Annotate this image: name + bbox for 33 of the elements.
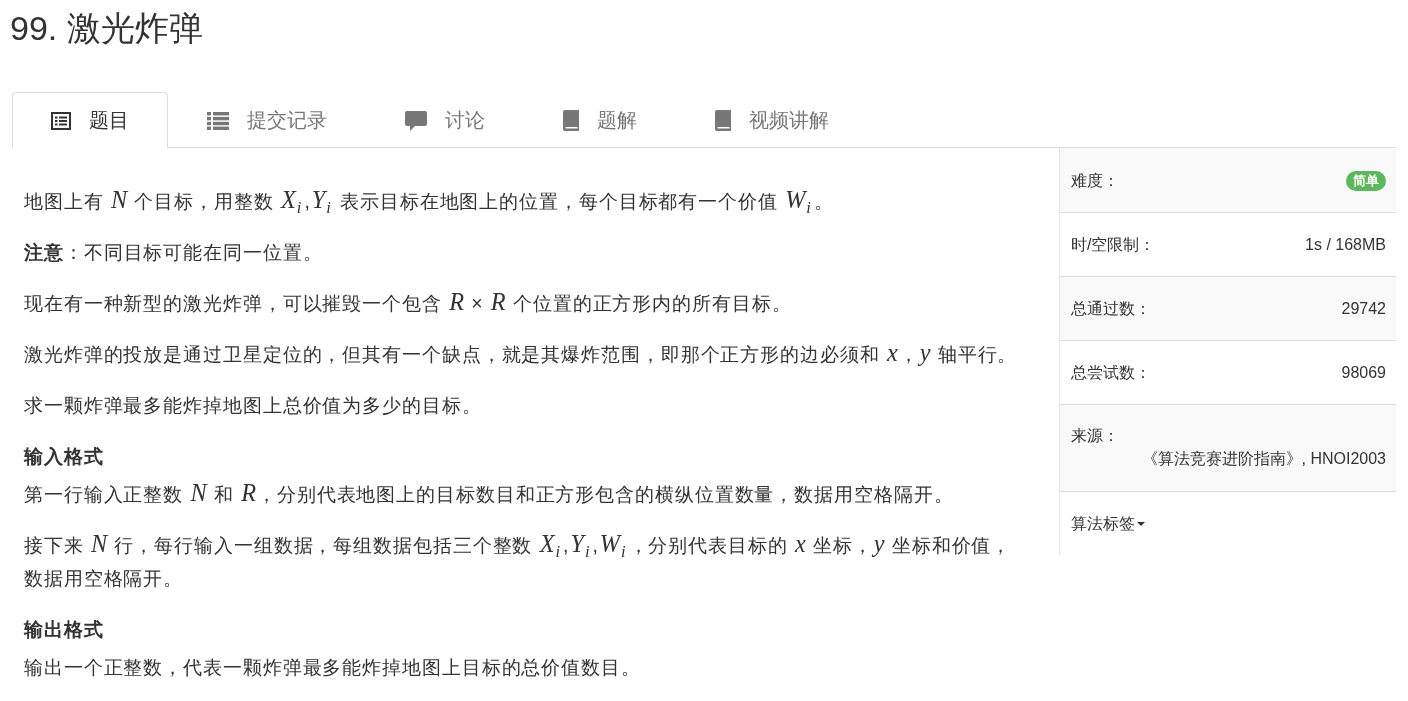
info-label: 难度： — [1071, 171, 1119, 191]
list-box-icon — [51, 111, 71, 130]
description-text: 第一行输入正整数 N 和 R，分别代表地图上的目标数目和正方形包含的横纵位置数量，数据用空格隔开。 — [24, 478, 955, 508]
info-value: 《算法竞赛进阶指南》, HNOI2003 — [1140, 449, 1386, 469]
tab[interactable]: 题目 — [12, 92, 168, 148]
description-text: 求一颗炸弹最多能炸掉地图上总价值为多少的目标。 — [24, 393, 483, 418]
info-value: 29742 — [1341, 299, 1386, 319]
list-icon — [207, 111, 229, 130]
description-text: 接下来 N 行，每行输入一组数据，每组数据包括三个整数 X$_{i}$,Y$_{i}$,W$_{i}$，分别代表目标的 x 坐标，y 坐标和价值，数据用空格隔开。 — [24, 529, 1013, 591]
info-label: 来源： — [1071, 426, 1120, 446]
info-label: 总尝试数： — [1071, 363, 1151, 383]
problem-title: 99. 激光炸弹 — [10, 8, 203, 49]
description-text: 地图上有 N 个目标，用整数 X$_{i}$,Y$_{i}$ 表示目标在地图上的位置，每个目标都有一个价值 W$_{i}$。 — [24, 185, 835, 218]
tab[interactable]: 提交记录 — [168, 92, 366, 148]
caret-icon — [1137, 521, 1145, 526]
tab[interactable]: 视频讲解 — [676, 92, 868, 148]
info-label: 时/空限制： — [1071, 235, 1156, 255]
book-icon — [715, 110, 731, 131]
tags-dropdown[interactable]: 算法标签 — [1071, 512, 1145, 535]
tab[interactable]: 题解 — [524, 92, 676, 148]
description-text: 现在有一种新型的激光炸弹，可以摧毁一个包含 R × R 个位置的正方形内的所有目标。 — [24, 287, 793, 317]
description-text: 激光炸弹的投放是通过卫星定位的，但其有一个缺点，就是其爆炸范围，即那个正方形的边必须和 x，y 轴平行。 — [24, 338, 1019, 368]
section-heading: 输入格式 — [24, 444, 105, 469]
description-text: 注意：不同目标可能在同一位置。 — [24, 240, 324, 265]
tab[interactable]: 讨论 — [366, 92, 524, 148]
speech-bubble-icon — [405, 110, 427, 131]
info-value: 1s / 168MB — [1305, 235, 1386, 255]
description-text: 输出一个正整数，代表一颗炸弹最多能炸掉地图上目标的总价值数目。 — [24, 655, 642, 680]
difficulty-badge: 简单 — [1346, 170, 1386, 191]
section-heading: 输出格式 — [24, 617, 105, 642]
info-value: 98069 — [1341, 363, 1386, 383]
info-label: 总通过数： — [1071, 299, 1151, 319]
book-icon — [563, 110, 579, 131]
